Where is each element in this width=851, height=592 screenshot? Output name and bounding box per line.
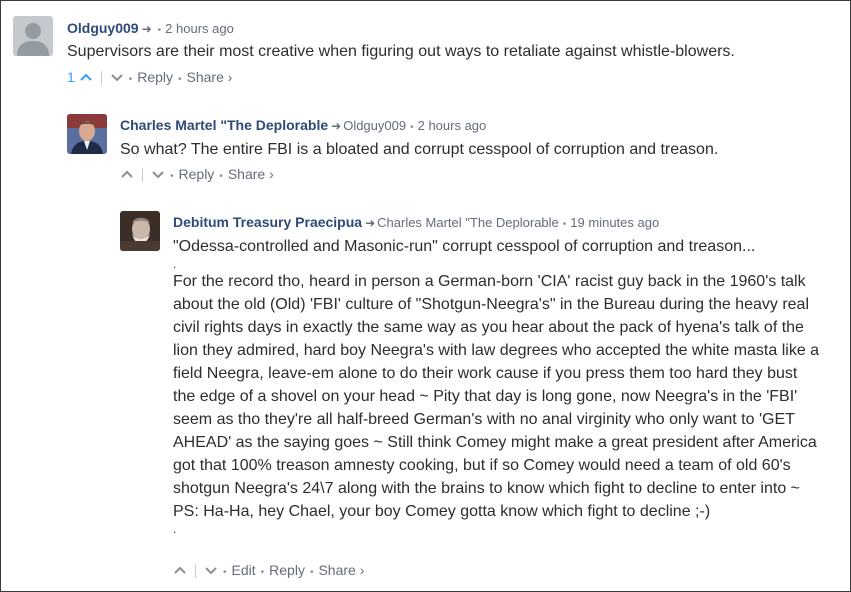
chevron-down-icon[interactable]	[204, 563, 218, 579]
avatar-default[interactable]	[13, 16, 53, 56]
avatar-debitum[interactable]	[120, 211, 160, 251]
comment-line: .	[173, 522, 177, 536]
separator-dot: •	[562, 219, 567, 230]
separator-dot: •	[309, 567, 314, 578]
comment-header: Debitum Treasury Praecipua ➜ Charles Marte…	[173, 214, 659, 233]
author-name[interactable]: Debitum Treasury Praecipua	[173, 214, 362, 230]
chevron-up-icon[interactable]	[173, 563, 187, 579]
reply-to-name[interactable]: Oldguy009	[343, 118, 406, 133]
comment-body: "Odessa-controlled and Masonic-run" corr…	[173, 235, 849, 535]
vote-divider	[195, 564, 196, 579]
separator-dot: •	[223, 567, 227, 578]
separator-dot: •	[178, 74, 182, 85]
reply-button[interactable]: Reply	[137, 69, 173, 85]
comment-line: seem as tho they're all half-breed Germa…	[173, 411, 795, 428]
comment-line: .	[173, 257, 177, 271]
reply-arrow-icon: ➜	[141, 22, 152, 36]
timestamp[interactable]: 2 hours ago	[165, 21, 234, 36]
share-button[interactable]: Share ›	[318, 562, 364, 578]
comment-actions: • Edit • Reply • Share ›	[173, 562, 364, 581]
comment-line: civil rights days in exactly the same wa…	[173, 319, 804, 336]
comment-body: So what? The entire FBI is a bloated and…	[120, 138, 830, 161]
reply-button[interactable]: Reply	[269, 562, 305, 578]
author-name[interactable]: Charles Martel "The Deplorable	[120, 117, 328, 133]
comment-actions: • Reply • Share ›	[120, 166, 274, 185]
author-name[interactable]: Oldguy009	[67, 20, 139, 36]
reply-button[interactable]: Reply	[179, 166, 215, 182]
separator-dot: •	[410, 122, 414, 133]
reply-arrow-icon: ➜	[331, 119, 342, 133]
edit-button[interactable]: Edit	[232, 562, 256, 578]
timestamp[interactable]: 19 minutes ago	[570, 215, 659, 230]
chevron-up-icon[interactable]	[79, 70, 93, 86]
comment-line: lion they admired, hard boy Neegra's wit…	[173, 342, 820, 359]
avatar-charles-martel[interactable]	[67, 114, 107, 154]
comment-text: So what? The entire FBI is a bloated and…	[120, 141, 719, 158]
share-button[interactable]: Share ›	[228, 166, 274, 182]
timestamp[interactable]: 2 hours ago	[418, 118, 487, 133]
comment-text: Supervisors are their most creative when…	[67, 43, 735, 60]
comment-line: "Odessa-controlled and Masonic-run" corr…	[173, 238, 756, 255]
share-button[interactable]: Share ›	[187, 69, 233, 85]
separator-dot: •	[157, 25, 162, 36]
comment-header: Charles Martel "The Deplorable ➜ Oldguy009…	[120, 117, 486, 136]
comment-line: got that 100% treason amnesty cooking, b…	[173, 457, 791, 474]
comment-line: AHEAD' as the saying goes ~ Still think …	[173, 434, 817, 451]
comment-line: field Neegra, leave-em alone to do their…	[173, 365, 798, 382]
comment-line: PS: Ha-Ha, hey Chael, your boy Comey got…	[173, 503, 711, 520]
separator-dot: •	[128, 74, 133, 85]
comment-thread: Oldguy009 ➜ • 2 hours ago Supervisors are t…	[0, 0, 851, 592]
upvote-count: 1	[67, 69, 75, 85]
chevron-up-icon[interactable]	[120, 167, 134, 183]
separator-dot: •	[260, 567, 265, 578]
comment-line: For the record tho, heard in person a Ge…	[173, 273, 806, 290]
comment-body: Supervisors are their most creative when…	[67, 40, 827, 63]
comment-actions: 1 • Reply • Share ›	[67, 69, 232, 88]
comment-line: about the old (Old) 'FBI' culture of "Sh…	[173, 296, 809, 313]
vote-divider	[100, 71, 102, 86]
comment-header: Oldguy009 ➜ • 2 hours ago	[67, 20, 234, 39]
separator-dot: •	[170, 171, 174, 182]
reply-to-name[interactable]: Charles Martel "The Deplorable	[377, 215, 559, 230]
chevron-down-icon[interactable]	[110, 70, 124, 86]
chevron-down-icon[interactable]	[151, 167, 165, 183]
comment-line: shotgun Neegra's 24\7 along with the bra…	[173, 480, 800, 497]
reply-arrow-icon: ➜	[365, 216, 376, 230]
separator-dot: •	[219, 171, 223, 182]
comment-line: the edge of a shovel on your head ~ Pity…	[173, 388, 798, 405]
vote-divider	[142, 168, 143, 183]
